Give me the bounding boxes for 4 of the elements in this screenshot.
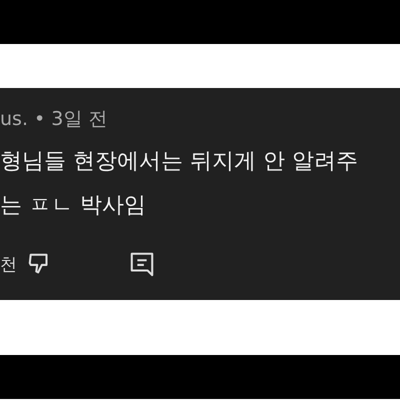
comment-meta: us. • 3일 전: [0, 107, 108, 132]
comment-text: 형님들 현장에서는 뒤지게 안 알려주 는 ㅍㄴ 박사임: [0, 148, 358, 220]
reply-icon[interactable]: [129, 250, 155, 278]
recommend-label[interactable]: 천: [0, 252, 17, 276]
